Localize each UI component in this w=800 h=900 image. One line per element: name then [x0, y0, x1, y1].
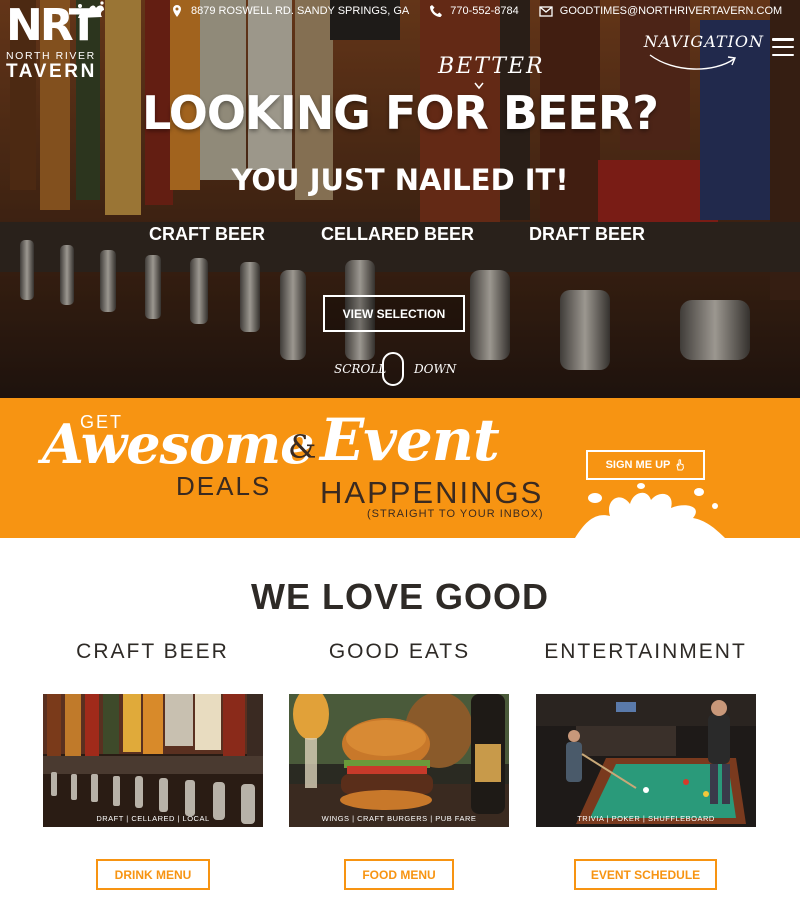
scroll-label: SCROLL: [334, 362, 387, 376]
mouse-icon: [382, 352, 404, 386]
banner-event: Event: [320, 406, 500, 474]
address-text: 8879 ROSWELL RD. SANDY SPRINGS, GA: [191, 5, 410, 17]
banner-ampersand: &: [288, 428, 317, 466]
beer-splash-graphic: [575, 483, 725, 538]
navigation-label: NAVIGATION: [643, 32, 764, 51]
site-logo[interactable]: NRT NORTH RIVER TAVERN: [6, 1, 110, 92]
drink-menu-button[interactable]: DRINK MENU: [96, 859, 210, 890]
banner-deals: DEALS: [176, 471, 272, 501]
good-eats-caption: WINGS | CRAFT BURGERS | PUB FARE: [321, 814, 477, 823]
newsletter-banner: GET Awesome DEALS & Event HAPPENINGS (ST…: [0, 398, 800, 538]
map-pin-icon: [173, 5, 181, 17]
banner-inbox-note: (STRAIGHT TO YOUR INBOX): [367, 508, 544, 520]
burger-photo: [289, 694, 509, 827]
scroll-down-indicator[interactable]: SCROLL DOWN: [330, 352, 480, 388]
sign-me-up-button[interactable]: SIGN ME UP: [586, 450, 705, 480]
email-text: GOODTIMES@NORTHRIVERTAVERN.COM: [559, 5, 783, 17]
address-item[interactable]: 8879 ROSWELL RD. SANDY SPRINGS, GA: [170, 4, 409, 18]
banner-happenings: HAPPENINGS: [320, 475, 544, 510]
craft-beer-image[interactable]: DRAFT | CELLARED | LOCAL: [43, 694, 263, 827]
logo-splash-icon: [78, 1, 104, 18]
hero-headline: LOOKING FOR BEER?: [142, 86, 659, 140]
craft-beer-photo: [43, 694, 263, 827]
phone-item[interactable]: 770-552-8784: [429, 4, 519, 18]
view-selection-button[interactable]: VIEW SELECTION: [323, 295, 465, 332]
hero-subhead: YOU JUST NAILED IT!: [231, 163, 569, 197]
beer-type-craft: CRAFT BEER: [149, 224, 265, 244]
beer-type-draft: DRAFT BEER: [529, 224, 645, 244]
navigation-menu-button[interactable]: NAVIGATION: [644, 30, 794, 78]
better-insert: BETTER: [438, 54, 545, 79]
hamburger-icon: [772, 38, 794, 56]
phone-text: 770-552-8784: [450, 5, 519, 17]
category-title-good-eats: GOOD EATS: [328, 640, 471, 663]
logo-line-2: TAVERN: [6, 61, 97, 82]
entertainment-image[interactable]: TRIVIA | POKER | SHUFFLEBOARD: [536, 694, 756, 827]
envelope-icon: [539, 6, 553, 17]
category-title-craft-beer: CRAFT BEER: [76, 640, 229, 663]
phone-icon: [430, 5, 443, 17]
category-title-entertainment: ENTERTAINMENT: [544, 640, 747, 663]
good-eats-image[interactable]: WINGS | CRAFT BURGERS | PUB FARE: [289, 694, 509, 827]
contact-bar: 8879 ROSWELL RD. SANDY SPRINGS, GA 770-5…: [170, 2, 782, 20]
entertainment-caption: TRIVIA | POKER | SHUFFLEBOARD: [577, 814, 715, 823]
pool-hall-photo: [536, 694, 756, 827]
beer-types-list: CRAFT BEER CELLARED BEER DRAFT BEER: [0, 224, 800, 246]
craft-beer-caption: DRAFT | CELLARED | LOCAL: [96, 814, 210, 823]
banner-awesome: Awesome: [42, 412, 314, 476]
beer-type-cellared: CELLARED BEER: [321, 224, 475, 244]
hero-section: 8879 ROSWELL RD. SANDY SPRINGS, GA 770-5…: [0, 0, 800, 398]
section-title: WE LOVE GOOD: [250, 576, 549, 617]
food-menu-button[interactable]: FOOD MENU: [344, 859, 454, 890]
email-item[interactable]: GOODTIMES@NORTHRIVERTAVERN.COM: [539, 4, 782, 18]
event-schedule-button[interactable]: EVENT SCHEDULE: [574, 859, 717, 890]
hand-icon: [676, 459, 685, 471]
curved-arrow-icon: [649, 54, 736, 70]
down-label: DOWN: [414, 362, 457, 376]
sign-me-up-label: SIGN ME UP: [605, 459, 671, 471]
